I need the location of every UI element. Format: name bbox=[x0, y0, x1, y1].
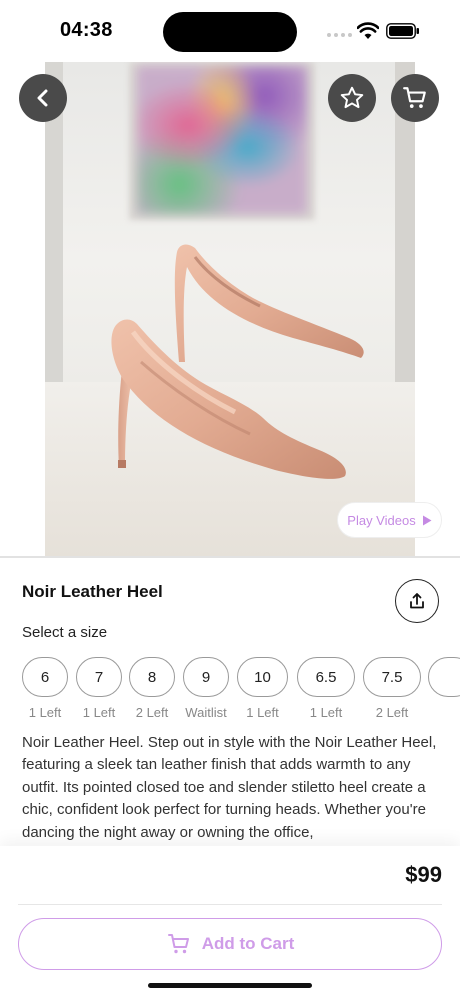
divider bbox=[0, 556, 460, 558]
play-icon bbox=[422, 515, 432, 525]
high-heel-shoe-illustration bbox=[111, 244, 364, 479]
size-chip[interactable]: 6 bbox=[22, 657, 68, 697]
share-button[interactable] bbox=[395, 579, 439, 623]
size-stock-label: 2 Left bbox=[135, 705, 169, 720]
size-selector-label: Select a size bbox=[22, 624, 108, 641]
size-option[interactable]: 7.5 2 Left bbox=[363, 657, 421, 720]
size-stock-label: 1 Left bbox=[28, 705, 62, 720]
back-button[interactable] bbox=[19, 74, 67, 122]
cart-button[interactable] bbox=[391, 74, 439, 122]
size-chip[interactable]: 10 bbox=[237, 657, 288, 697]
size-chip[interactable] bbox=[428, 657, 460, 697]
cart-icon bbox=[403, 87, 426, 108]
divider bbox=[18, 904, 442, 905]
product-price: $99 bbox=[405, 862, 442, 887]
size-chip[interactable]: 6.5 bbox=[297, 657, 355, 697]
battery-icon bbox=[386, 23, 419, 39]
size-stock-label: 2 Left bbox=[375, 705, 409, 720]
share-icon bbox=[410, 593, 424, 609]
status-bar: 04:38 bbox=[0, 0, 460, 62]
size-stock-label: 1 Left bbox=[246, 705, 279, 720]
wifi-icon bbox=[357, 22, 379, 39]
star-icon bbox=[340, 86, 364, 109]
size-chip[interactable]: 9 bbox=[183, 657, 229, 697]
product-title: Noir Leather Heel bbox=[22, 582, 163, 601]
size-stock-label: Waitlist bbox=[185, 705, 227, 720]
chevron-left-icon bbox=[37, 89, 48, 107]
add-to-cart-button[interactable]: Add to Cart bbox=[18, 918, 442, 970]
size-option[interactable]: 6.5 1 Left bbox=[297, 657, 355, 720]
home-indicator[interactable] bbox=[148, 983, 312, 988]
size-selector: 6 1 Left 7 1 Left 8 2 Left 9 Waitlist 10… bbox=[22, 657, 460, 727]
cellular-signal-icon bbox=[327, 33, 352, 37]
size-stock-label: 1 Left bbox=[82, 705, 116, 720]
play-videos-label: Play Videos bbox=[347, 512, 416, 528]
size-chip[interactable]: 8 bbox=[129, 657, 175, 697]
size-stock-label: 1 Left bbox=[309, 705, 343, 720]
size-chip[interactable]: 7 bbox=[76, 657, 122, 697]
size-option[interactable]: 8 2 Left bbox=[129, 657, 175, 720]
favorite-button[interactable] bbox=[328, 74, 376, 122]
cart-icon bbox=[167, 934, 189, 954]
size-option[interactable]: 6 1 Left bbox=[22, 657, 68, 720]
product-description: Noir Leather Heel. Step out in style wit… bbox=[22, 734, 437, 841]
size-chip[interactable]: 7.5 bbox=[363, 657, 421, 697]
size-option[interactable]: 10 1 Left bbox=[237, 657, 288, 720]
add-to-cart-label: Add to Cart bbox=[201, 934, 295, 953]
product-image[interactable] bbox=[45, 62, 415, 556]
dynamic-island bbox=[163, 12, 297, 52]
status-time: 04:38 bbox=[60, 19, 113, 41]
play-videos-button[interactable]: Play Videos bbox=[337, 502, 442, 538]
size-option[interactable]: 7 1 Left bbox=[76, 657, 122, 720]
size-option[interactable] bbox=[428, 657, 460, 705]
size-option[interactable]: 9 Waitlist bbox=[183, 657, 229, 720]
